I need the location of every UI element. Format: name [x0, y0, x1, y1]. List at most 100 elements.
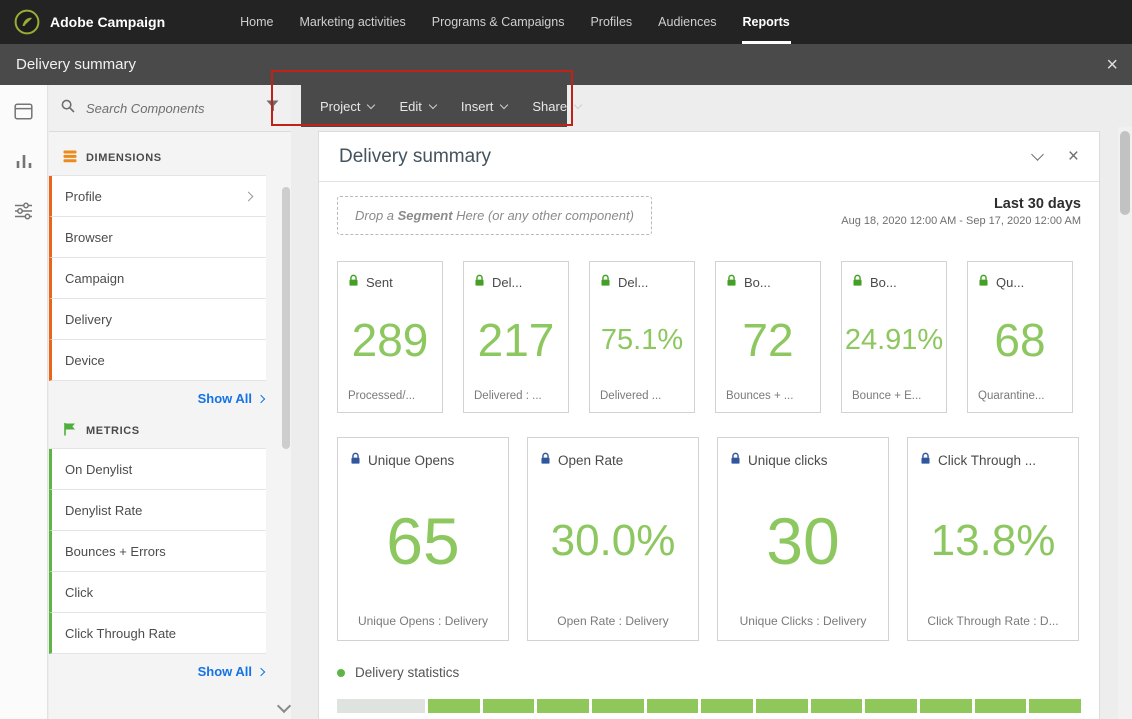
sidebar-scrollbar[interactable]	[282, 135, 290, 695]
lock-icon	[920, 452, 931, 468]
nav-item-reports[interactable]: Reports	[730, 0, 803, 44]
date-range-selector[interactable]: Last 30 days Aug 18, 2020 12:00 AM - Sep…	[841, 196, 1081, 227]
kpi-tile-bounces[interactable]: Bo... 72 Bounces + ...	[715, 261, 821, 413]
nav-item-profiles[interactable]: Profiles	[577, 0, 645, 44]
card-title: Delivery summary	[339, 145, 492, 167]
kpi-tile-unique-clicks[interactable]: Unique clicks 30 Unique Clicks : Deliver…	[717, 437, 889, 641]
menu-share[interactable]: Share	[532, 99, 583, 114]
kpi-value: 24.91%	[844, 323, 944, 356]
kpi-tile-quarantine[interactable]: Qu... 68 Quarantine...	[967, 261, 1073, 413]
menu-project[interactable]: Project	[320, 98, 376, 114]
chevron-right-icon	[256, 667, 266, 677]
kpi-label: Del...	[618, 274, 649, 290]
menu-label: Insert	[460, 98, 494, 114]
nav-item-programs-campaigns[interactable]: Programs & Campaigns	[419, 0, 578, 44]
metric-item-bounces-errors[interactable]: Bounces + Errors	[49, 531, 266, 572]
metrics-show-all-link[interactable]: Show All	[49, 654, 266, 689]
metric-item-click[interactable]: Click	[49, 572, 266, 613]
lock-icon	[600, 274, 611, 290]
close-card-icon[interactable]: ×	[1068, 147, 1079, 166]
kpi-caption: Open Rate : Delivery	[557, 614, 669, 628]
component-search-bar	[49, 85, 291, 132]
kpi-caption: Processed/...	[348, 390, 416, 402]
kpi-label: Click Through ...	[938, 452, 1037, 468]
dimension-item-browser[interactable]: Browser	[49, 217, 266, 258]
lock-icon	[348, 274, 359, 290]
stats-header-cell	[756, 699, 808, 713]
kpi-label: Bo...	[870, 274, 897, 290]
report-title: Delivery summary	[16, 56, 137, 73]
metric-label: Bounces + Errors	[65, 543, 166, 559]
kpi-tile-delivered-rate[interactable]: Del... 75.1% Delivered ...	[589, 261, 695, 413]
kpi-tile-open-rate[interactable]: Open Rate 30.0% Open Rate : Delivery	[527, 437, 699, 641]
metric-item-denylist-rate[interactable]: Denylist Rate	[49, 490, 266, 531]
menu-label: Project	[320, 98, 361, 114]
metric-item-on-denylist[interactable]: On Denylist	[49, 449, 266, 490]
kpi-tile-click-through-rate[interactable]: Click Through ... 13.8% Click Through Ra…	[907, 437, 1079, 641]
kpi-tile-delivered[interactable]: Del... 217 Delivered : ...	[463, 261, 569, 413]
filter-icon[interactable]	[266, 99, 279, 117]
kpi-tile-unique-opens[interactable]: Unique Opens 65 Unique Opens : Delivery	[337, 437, 509, 641]
chart-icon[interactable]	[15, 153, 33, 174]
nav-item-marketing-activities[interactable]: Marketing activities	[286, 0, 418, 44]
kpi-value: 217	[477, 314, 555, 366]
main-nav: Home Marketing activities Programs & Cam…	[227, 0, 803, 44]
stats-header-cell	[701, 699, 754, 713]
statistics-title: Delivery statistics	[355, 665, 460, 680]
lock-icon	[726, 274, 737, 290]
search-input[interactable]	[84, 99, 257, 117]
top-navigation: Adobe Campaign Home Marketing activities…	[0, 0, 1132, 44]
segment-drop-zone[interactable]: Drop a Segment Here (or any other compon…	[337, 196, 652, 235]
sliders-icon[interactable]	[14, 202, 33, 225]
close-report-icon[interactable]: ×	[1106, 55, 1118, 75]
stats-header-cell	[810, 699, 863, 713]
brand-name: Adobe Campaign	[50, 14, 166, 30]
kpi-label: Unique Opens	[368, 452, 455, 468]
kpi-caption: Click Through Rate : D...	[927, 614, 1059, 628]
menu-insert[interactable]: Insert	[460, 98, 509, 114]
kpi-caption: Delivered ...	[600, 390, 662, 402]
metric-label: Click	[65, 584, 94, 600]
stats-header-cell	[1029, 699, 1082, 713]
card-header: Delivery summary ×	[319, 132, 1099, 182]
dimension-item-delivery[interactable]: Delivery	[49, 299, 266, 340]
nav-item-audiences[interactable]: Audiences	[645, 0, 729, 44]
layout-icon[interactable]	[14, 103, 33, 125]
stats-header-cell	[920, 699, 972, 713]
metric-item-click-through-rate[interactable]: Click Through Rate	[49, 613, 266, 654]
stats-header-cell	[537, 699, 590, 713]
dimension-item-profile[interactable]: Profile	[49, 176, 266, 217]
chevron-right-icon	[256, 394, 266, 404]
dimension-item-device[interactable]: Device	[49, 340, 266, 381]
dimensions-icon	[63, 150, 77, 166]
kpi-tile-sent[interactable]: Sent 289 Processed/...	[337, 261, 443, 413]
search-icon	[61, 99, 75, 118]
stats-header-cell	[974, 699, 1027, 713]
report-menubar: Project Edit Insert Share	[301, 85, 583, 127]
kpi-value: 13.8%	[930, 516, 1056, 565]
kpi-value: 75.1%	[600, 323, 684, 356]
kpi-label: Bo...	[744, 274, 771, 290]
dimension-item-campaign[interactable]: Campaign	[49, 258, 266, 299]
dimensions-show-all-link[interactable]: Show All	[49, 381, 266, 416]
kpi-caption: Bounces + ...	[726, 390, 794, 402]
sidebar-scroll-down-icon[interactable]	[276, 698, 291, 714]
lock-icon	[852, 274, 863, 290]
brand: Adobe Campaign	[0, 9, 165, 35]
kpi-caption: Unique Opens : Delivery	[357, 614, 489, 628]
kpi-value: 65	[386, 504, 460, 578]
show-all-label: Show All	[197, 391, 252, 406]
kpi-caption: Bounce + E...	[852, 390, 922, 402]
report-title-bar: Delivery summary ×	[0, 44, 1132, 85]
sidebar-scrollbar-thumb[interactable]	[282, 187, 290, 449]
kpi-tile-bounce-rate[interactable]: Bo... 24.91% Bounce + E...	[841, 261, 947, 413]
card-body: Drop a Segment Here (or any other compon…	[319, 182, 1099, 713]
legend-dot-icon	[337, 668, 345, 677]
nav-item-home[interactable]: Home	[227, 0, 286, 44]
menu-edit[interactable]: Edit	[399, 99, 438, 114]
collapse-chevron-icon[interactable]	[1031, 148, 1044, 161]
kpi-caption: Unique Clicks : Delivery	[739, 614, 867, 628]
main-scrollbar[interactable]	[1118, 127, 1132, 719]
adobe-campaign-logo	[14, 9, 40, 35]
main-scrollbar-thumb[interactable]	[1120, 131, 1130, 215]
